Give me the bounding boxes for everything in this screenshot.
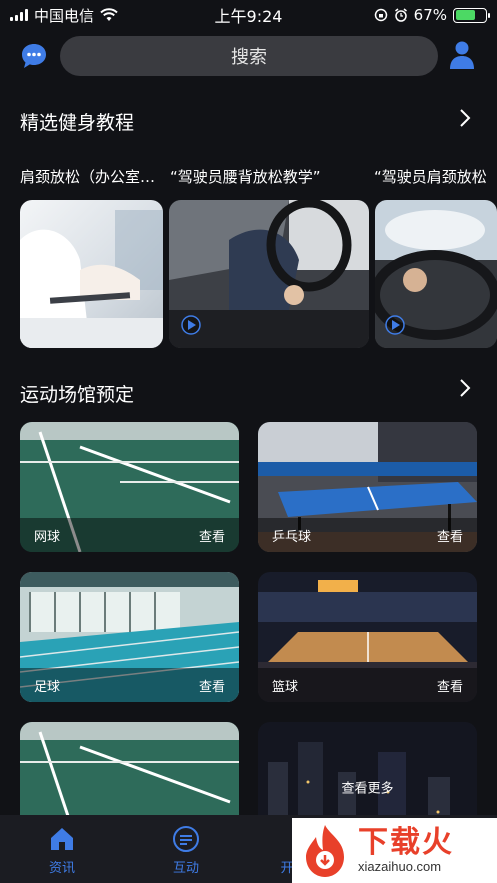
chat-bubble-icon[interactable] [20, 42, 48, 70]
venue-overlay: 乒乓球 查看 [258, 518, 477, 552]
view-button[interactable]: 查看 [199, 526, 225, 545]
venue-card-pingpong[interactable]: 乒乓球 查看 [258, 422, 477, 552]
rotation-lock-icon [374, 8, 387, 22]
view-button[interactable]: 查看 [437, 526, 463, 545]
venue-label: 乒乓球 [272, 529, 312, 545]
tutorial-label-3[interactable]: “驾驶员肩颈放松 [374, 166, 497, 187]
tutorial-card-1[interactable] [20, 200, 163, 348]
tutorial-card-2[interactable] [169, 200, 369, 348]
view-button[interactable]: 查看 [199, 676, 225, 695]
venues-more-chevron-icon[interactable] [458, 378, 472, 398]
search-placeholder: 搜索 [231, 47, 267, 68]
home-icon [51, 828, 73, 850]
tutorial-card-3[interactable] [375, 200, 497, 348]
venue-card-tennis[interactable]: 网球 查看 [20, 422, 239, 552]
tab-label: 互动 [172, 861, 199, 876]
tab-label: 资讯 [48, 861, 75, 876]
view-more-label: 查看更多 [341, 781, 394, 797]
tutorials-title: 精选健身教程 [20, 112, 135, 134]
watermark-url: xiazaihuo.com [358, 859, 442, 874]
venue-overlay: 篮球 查看 [258, 668, 477, 702]
tutorial-thumbnail-3 [375, 200, 497, 348]
venue-label: 足球 [34, 679, 61, 695]
signal-icon [10, 9, 28, 21]
venue-overlay: 足球 查看 [20, 668, 239, 702]
watermark-title: 下载火 [358, 825, 454, 860]
carrier-label: 中国电信 [34, 6, 95, 25]
tab-news[interactable]: 资讯 [27, 825, 97, 876]
fire-logo-icon [306, 824, 344, 877]
tab-interaction[interactable]: 互动 [151, 825, 221, 876]
user-profile-icon[interactable] [448, 40, 476, 70]
battery-icon [453, 7, 490, 23]
wifi-icon [100, 8, 118, 21]
venue-overlay: 网球 查看 [20, 518, 239, 552]
battery-percent: 67% [413, 6, 447, 24]
tutorial-label-2[interactable]: “驾驶员腰背放松教学” [170, 166, 370, 187]
tutorial-thumbnail-1 [20, 210, 163, 348]
venue-card-football[interactable]: 足球 查看 [20, 572, 239, 702]
chat-circle-icon [173, 826, 199, 852]
tutorial-thumbnail-2 [169, 200, 369, 348]
clock: 上午9:24 [214, 7, 283, 26]
venue-label: 篮球 [272, 679, 299, 695]
venue-card-basketball[interactable]: 篮球 查看 [258, 572, 477, 702]
status-bar: 中国电信 上午9:24 67% [0, 0, 497, 30]
tutorials-more-chevron-icon[interactable] [458, 108, 472, 128]
tutorial-label-1[interactable]: 肩颈放松（办公室… [20, 166, 165, 187]
venue-label: 网球 [34, 529, 61, 545]
header: 搜索 [0, 36, 497, 76]
search-input[interactable]: 搜索 [60, 36, 438, 76]
watermark: 下载火 xiazaihuo.com [292, 818, 497, 883]
alarm-icon [394, 8, 407, 22]
view-button[interactable]: 查看 [437, 676, 463, 695]
venues-title: 运动场馆预定 [20, 384, 135, 406]
